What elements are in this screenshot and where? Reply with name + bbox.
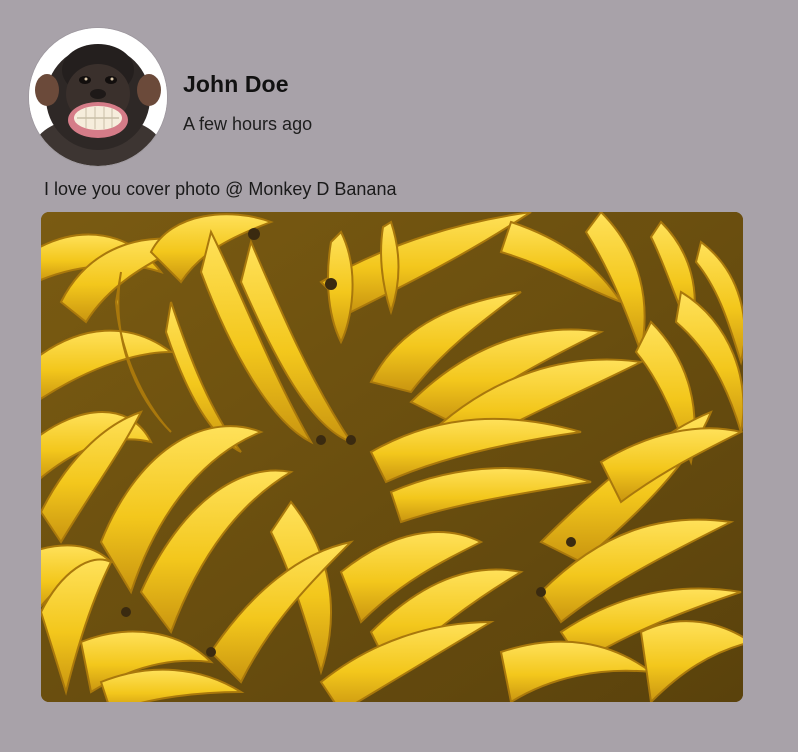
post-timestamp: A few hours ago: [183, 114, 313, 134]
post-image[interactable]: [41, 212, 743, 702]
post-card: John Doe A few hours ago I love you cove…: [0, 0, 798, 752]
bananas-photo-icon: [41, 212, 743, 702]
monkey-avatar-icon: [29, 28, 167, 166]
post-text: I love you cover photo @ Monkey D Banana: [44, 179, 397, 199]
author-avatar[interactable]: [29, 28, 167, 166]
author-name[interactable]: John Doe: [183, 71, 289, 98]
